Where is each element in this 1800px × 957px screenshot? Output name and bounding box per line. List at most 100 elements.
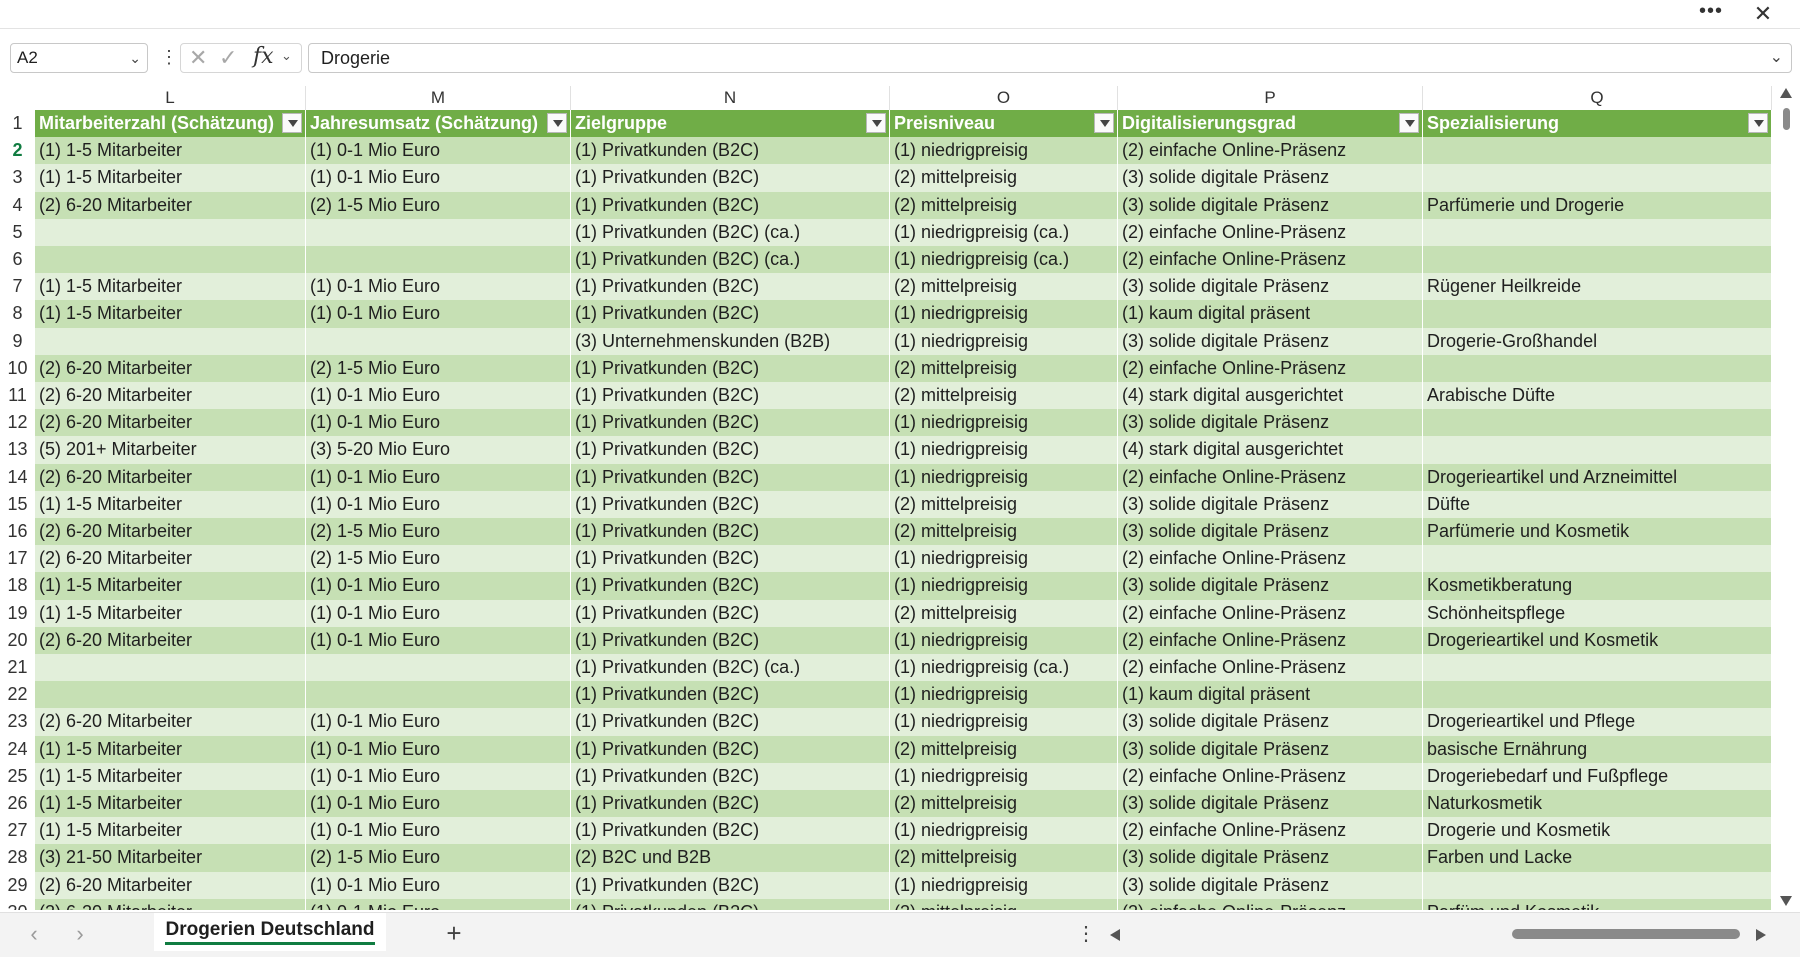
table-cell[interactable]: Farben und Lacke [1423, 844, 1772, 872]
table-cell[interactable]: (2) 1-5 Mio Euro [306, 844, 571, 872]
table-cell[interactable]: (1) Privatkunden (B2C) [571, 436, 890, 464]
table-cell[interactable]: (2) 6-20 Mitarbeiter [35, 898, 306, 910]
table-cell[interactable]: (1) Privatkunden (B2C) [571, 817, 890, 845]
sheet-tab-active[interactable]: Drogerien Deutschland [154, 913, 386, 951]
next-sheet-icon[interactable]: › [68, 921, 92, 947]
table-cell[interactable]: (1) Privatkunden (B2C) [571, 599, 890, 627]
table-cell[interactable] [1423, 871, 1772, 899]
close-button[interactable]: ✕ [1746, 2, 1780, 26]
table-cell[interactable]: (1) Privatkunden (B2C) [571, 273, 890, 301]
table-cell[interactable]: (3) solide digitale Präsenz [1118, 708, 1423, 736]
name-box[interactable]: A2 ⌄ [10, 43, 148, 73]
table-cell[interactable]: (1) 0-1 Mio Euro [306, 817, 571, 845]
row-number[interactable]: 25 [0, 762, 35, 790]
table-cell[interactable]: (1) 0-1 Mio Euro [306, 300, 571, 328]
table-cell[interactable]: (1) 0-1 Mio Euro [306, 735, 571, 763]
table-cell[interactable]: (1) Privatkunden (B2C) (ca.) [571, 654, 890, 682]
table-cell[interactable]: (1) 1-5 Mitarbeiter [35, 137, 306, 165]
table-cell[interactable] [1423, 436, 1772, 464]
row-number[interactable]: 23 [0, 708, 35, 736]
table-cell[interactable]: (1) 1-5 Mitarbeiter [35, 790, 306, 818]
table-cell[interactable] [1423, 409, 1772, 437]
table-cell[interactable]: (3) 21-50 Mitarbeiter [35, 844, 306, 872]
column-header-N[interactable]: N [571, 86, 890, 110]
table-cell[interactable]: (3) solide digitale Präsenz [1118, 572, 1423, 600]
row-number[interactable]: 27 [0, 817, 35, 845]
table-cell[interactable] [1423, 354, 1772, 382]
table-cell[interactable]: (1) niedrigpreisig [890, 300, 1118, 328]
table-cell[interactable]: (3) solide digitale Präsenz [1118, 164, 1423, 192]
table-cell[interactable]: (1) Privatkunden (B2C) [571, 382, 890, 410]
table-cell[interactable]: (2) 6-20 Mitarbeiter [35, 191, 306, 219]
table-cell[interactable]: (2) einfache Online-Präsenz [1118, 545, 1423, 573]
table-cell[interactable]: Rügener Heilkreide [1423, 273, 1772, 301]
table-cell[interactable]: (2) 6-20 Mitarbeiter [35, 626, 306, 654]
table-cell[interactable]: Drogerie und Kosmetik [1423, 817, 1772, 845]
table-cell[interactable]: Düfte [1423, 490, 1772, 518]
row-number[interactable]: 19 [0, 599, 35, 627]
table-cell[interactable]: (2) 6-20 Mitarbeiter [35, 545, 306, 573]
table-cell[interactable]: (5) 201+ Mitarbeiter [35, 436, 306, 464]
table-cell[interactable]: (3) solide digitale Präsenz [1118, 518, 1423, 546]
table-cell[interactable]: (1) niedrigpreisig [890, 463, 1118, 491]
table-cell[interactable]: (1) niedrigpreisig [890, 572, 1118, 600]
table-cell[interactable] [306, 246, 571, 274]
table-cell[interactable]: (1) Privatkunden (B2C) [571, 518, 890, 546]
table-cell[interactable]: (1) 0-1 Mio Euro [306, 490, 571, 518]
table-cell[interactable]: (2) einfache Online-Präsenz [1118, 817, 1423, 845]
table-cell[interactable]: (2) mittelpreisig [890, 382, 1118, 410]
table-cell[interactable]: (1) Privatkunden (B2C) [571, 681, 890, 709]
table-cell[interactable]: (2) mittelpreisig [890, 898, 1118, 910]
row-number[interactable]: 15 [0, 490, 35, 518]
table-cell[interactable]: (2) 6-20 Mitarbeiter [35, 409, 306, 437]
table-cell[interactable] [306, 218, 571, 246]
table-cell[interactable]: (1) Privatkunden (B2C) [571, 545, 890, 573]
scroll-left-icon[interactable] [1110, 929, 1120, 941]
table-cell[interactable]: Drogerieartikel und Pflege [1423, 708, 1772, 736]
row-number[interactable]: 29 [0, 871, 35, 899]
filter-dropdown-icon[interactable] [1094, 113, 1114, 133]
table-cell[interactable]: (1) Privatkunden (B2C) [571, 790, 890, 818]
table-cell[interactable]: (1) Privatkunden (B2C) [571, 572, 890, 600]
table-cell[interactable]: Schönheitspflege [1423, 599, 1772, 627]
table-cell[interactable]: (1) 0-1 Mio Euro [306, 599, 571, 627]
header-cell[interactable]: Mitarbeiterzahl (Schätzung) [35, 110, 306, 138]
table-cell[interactable]: (2) einfache Online-Präsenz [1118, 218, 1423, 246]
table-cell[interactable]: (2) mittelpreisig [890, 273, 1118, 301]
table-cell[interactable]: (1) Privatkunden (B2C) [571, 762, 890, 790]
table-cell[interactable]: (1) Privatkunden (B2C) (ca.) [571, 218, 890, 246]
row-number[interactable]: 6 [0, 246, 35, 274]
table-cell[interactable]: (1) Privatkunden (B2C) [571, 300, 890, 328]
scroll-down-icon[interactable] [1780, 896, 1792, 906]
table-cell[interactable] [1423, 218, 1772, 246]
table-cell[interactable]: (2) einfache Online-Präsenz [1118, 898, 1423, 910]
filter-dropdown-icon[interactable] [547, 113, 567, 133]
table-cell[interactable]: (2) mittelpreisig [890, 191, 1118, 219]
table-cell[interactable]: (3) solide digitale Präsenz [1118, 735, 1423, 763]
table-cell[interactable]: (1) Privatkunden (B2C) [571, 137, 890, 165]
table-cell[interactable]: (1) niedrigpreisig [890, 681, 1118, 709]
table-cell[interactable]: (1) 1-5 Mitarbeiter [35, 735, 306, 763]
table-cell[interactable] [306, 654, 571, 682]
table-cell[interactable]: (2) 1-5 Mio Euro [306, 545, 571, 573]
table-cell[interactable] [1423, 137, 1772, 165]
scroll-thumb[interactable] [1783, 108, 1790, 130]
table-cell[interactable]: (3) solide digitale Präsenz [1118, 273, 1423, 301]
select-all-corner[interactable] [0, 86, 35, 110]
table-cell[interactable]: (1) 0-1 Mio Euro [306, 273, 571, 301]
table-cell[interactable]: (3) Unternehmenskunden (B2B) [571, 327, 890, 355]
table-cell[interactable]: (1) niedrigpreisig [890, 137, 1118, 165]
filter-dropdown-icon[interactable] [1748, 113, 1768, 133]
table-cell[interactable]: (3) solide digitale Präsenz [1118, 490, 1423, 518]
formula-input[interactable]: Drogerie ⌄ [308, 43, 1792, 73]
table-cell[interactable]: (1) 0-1 Mio Euro [306, 463, 571, 491]
row-number[interactable]: 5 [0, 218, 35, 246]
table-cell[interactable]: (1) niedrigpreisig [890, 817, 1118, 845]
row-number[interactable]: 7 [0, 273, 35, 301]
row-number[interactable]: 17 [0, 545, 35, 573]
insert-function-icon[interactable]: fx [253, 45, 274, 69]
row-number[interactable]: 30 [0, 898, 35, 910]
table-cell[interactable]: (1) Privatkunden (B2C) [571, 354, 890, 382]
table-cell[interactable]: (3) 5-20 Mio Euro [306, 436, 571, 464]
table-cell[interactable]: (3) solide digitale Präsenz [1118, 409, 1423, 437]
